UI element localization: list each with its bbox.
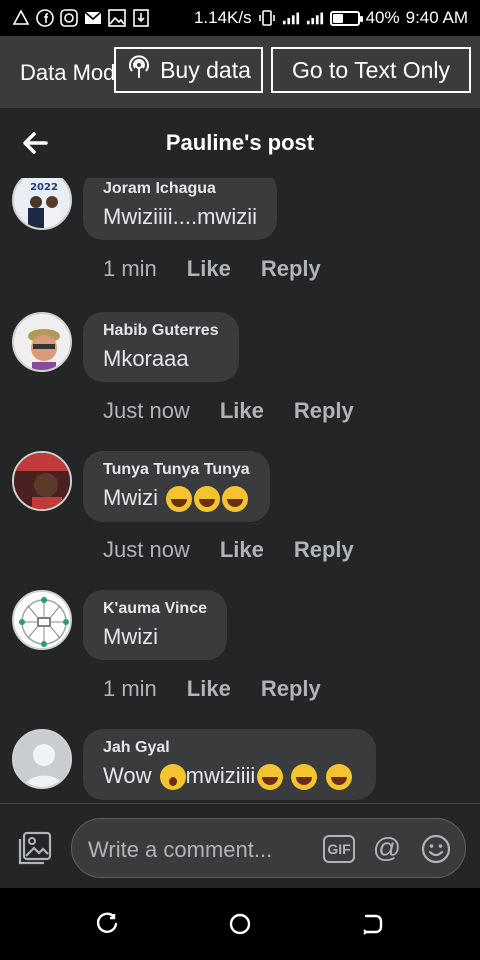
comment-meta: 1 min Like Reply xyxy=(103,676,321,702)
compose-bar: Write a comment... GIF @ xyxy=(0,803,480,888)
comment-input[interactable]: Write a comment... GIF @ xyxy=(71,818,466,878)
comment-author[interactable]: Tunya Tunya Tunya xyxy=(103,461,250,479)
comment-bubble[interactable]: Habib Guterres Mkoraaa xyxy=(83,312,239,382)
comment-time: 1 min xyxy=(103,676,157,701)
comment-text: Mwiziiii....mwizii xyxy=(103,204,257,229)
back-icon[interactable] xyxy=(360,912,384,936)
status-bar: 1.14K/s 40% 9:40 AM xyxy=(0,0,480,36)
home-icon[interactable] xyxy=(228,912,252,936)
facebook-icon xyxy=(36,9,54,27)
signal-icon xyxy=(306,9,324,27)
comment-time: Just now xyxy=(103,537,190,562)
signal-icon xyxy=(282,9,300,27)
battery-percent: 40% xyxy=(365,8,400,27)
comment-bubble[interactable]: Jah Gyal Wow mwiziiii xyxy=(83,729,376,801)
instagram-icon xyxy=(60,9,78,27)
comment-time: 1 min xyxy=(103,256,157,281)
smile-icon[interactable] xyxy=(420,833,452,865)
avatar[interactable] xyxy=(12,451,72,511)
battery-icon xyxy=(329,10,363,26)
rofl-emoji-icon xyxy=(166,486,193,513)
avatar[interactable] xyxy=(12,312,72,372)
wow-emoji-icon xyxy=(159,764,186,791)
status-right: 1.14K/s 40% 9:40 AM xyxy=(194,8,468,28)
rofl-emoji-icon xyxy=(325,764,352,791)
like-button[interactable]: Like xyxy=(220,398,264,424)
comment-bubble[interactable]: K'auma Vince Mwizi xyxy=(83,590,227,660)
comment-author[interactable]: K'auma Vince xyxy=(103,600,207,618)
buy-data-button[interactable]: Buy data xyxy=(114,47,263,93)
avatar[interactable] xyxy=(12,590,72,650)
network-speed: 1.14K/s xyxy=(193,8,252,27)
post-header: Pauline's post xyxy=(0,108,480,178)
page-title: Pauline's post xyxy=(165,130,315,155)
reply-button[interactable]: Reply xyxy=(261,676,321,702)
gif-icon[interactable]: GIF xyxy=(323,835,355,863)
navigation-bar xyxy=(0,888,480,960)
comment-text-after: mwiziiii xyxy=(185,763,256,788)
comment-bubble[interactable]: Joram Ichagua Mwiziiii....mwizii xyxy=(83,178,277,240)
comment-bubble[interactable]: Tunya Tunya Tunya Mwizi xyxy=(83,451,270,523)
at-icon[interactable]: @ xyxy=(371,833,403,865)
photo-icon[interactable] xyxy=(17,830,53,866)
reply-button[interactable]: Reply xyxy=(294,537,354,563)
image-icon xyxy=(108,9,126,27)
comment-text-before: Wow xyxy=(103,763,152,788)
text-only-button[interactable]: Go to Text Only xyxy=(271,47,471,93)
data-mode-label: Data Mode xyxy=(20,60,120,85)
avatar[interactable] xyxy=(12,729,72,789)
comment-meta: Just now Like Reply xyxy=(103,398,354,424)
recent-apps-icon[interactable] xyxy=(95,912,119,936)
mail-icon xyxy=(84,9,102,27)
rofl-emoji-icon xyxy=(257,764,284,791)
comment-meta: Just now Like Reply xyxy=(103,537,354,563)
comment-text: Wow mwiziiii xyxy=(103,763,352,791)
reply-button[interactable]: Reply xyxy=(261,256,321,282)
like-button[interactable]: Like xyxy=(220,537,264,563)
like-button[interactable]: Like xyxy=(187,256,231,282)
comment-author[interactable]: Joram Ichagua xyxy=(103,180,257,198)
rofl-emoji-icon xyxy=(194,486,221,513)
broadcast-icon xyxy=(126,54,152,86)
comment-text-content: Mwizi xyxy=(103,485,158,510)
buy-data-label: Buy data xyxy=(160,56,251,83)
warning-icon xyxy=(12,9,30,27)
text-only-label: Go to Text Only xyxy=(291,56,451,83)
like-button[interactable]: Like xyxy=(187,676,231,702)
vibrate-icon xyxy=(258,9,276,27)
comment-time: Just now xyxy=(103,398,190,423)
rofl-emoji-icon xyxy=(222,486,249,513)
reply-button[interactable]: Reply xyxy=(294,398,354,424)
download-icon xyxy=(132,9,150,27)
comment-meta: 1 min Like Reply xyxy=(103,256,321,282)
status-icons xyxy=(12,9,150,27)
comment-author[interactable]: Jah Gyal xyxy=(103,739,352,757)
svg-text:2022: 2022 xyxy=(30,182,58,193)
avatar[interactable]: 2022 xyxy=(12,178,72,230)
comment-author[interactable]: Habib Guterres xyxy=(103,322,219,340)
comment-input-placeholder: Write a comment... xyxy=(88,837,273,862)
comment-text: Mwizi xyxy=(103,624,158,649)
battery-fill xyxy=(332,13,343,23)
rofl-emoji-icon xyxy=(291,764,318,791)
clock: 9:40 AM xyxy=(405,8,468,27)
comment-text: Mkoraaa xyxy=(103,346,189,371)
comment-list[interactable]: 2022 Joram Ichagua Mwiziiii....mwizii 1 … xyxy=(0,178,480,803)
comment-text: Mwizi xyxy=(103,485,250,513)
data-mode-bar: Data Mode Buy data Go to Text Only xyxy=(0,36,480,108)
